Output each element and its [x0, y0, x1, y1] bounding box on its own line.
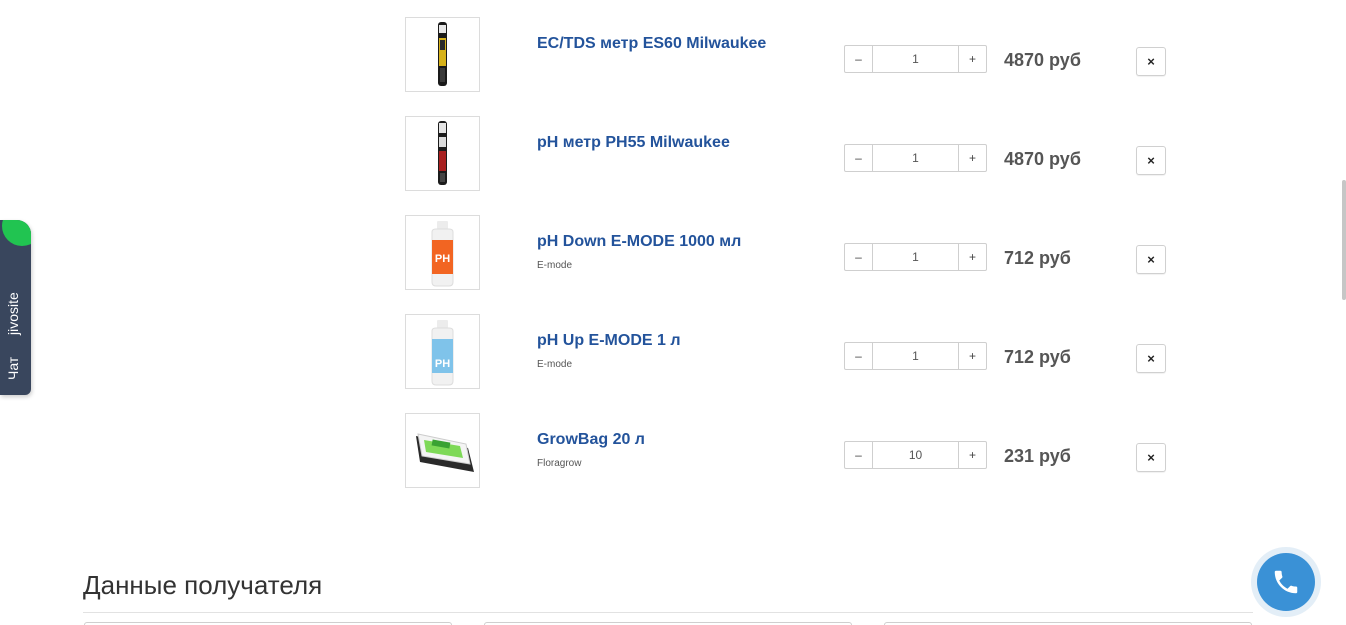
cart-row: PH pH Down E-MODE 1000 мл E-mode – 1 + 7…	[405, 215, 1185, 290]
chat-brand: jivosite	[5, 292, 21, 335]
cart-row: GrowBag 20 л Floragrow – 10 + 231 руб ×	[405, 413, 1185, 488]
cart-page: EC/TDS метр ES60 Milwaukee – 1 + 4870 ру…	[0, 0, 1346, 625]
quantity-stepper: – 1 +	[844, 45, 987, 73]
growbag-icon[interactable]	[405, 413, 480, 488]
call-button[interactable]	[1251, 547, 1321, 617]
ph-up-bottle-icon[interactable]: PH	[405, 314, 480, 389]
chat-label: Чат	[5, 356, 21, 380]
close-icon: ×	[1147, 351, 1155, 366]
quantity-input[interactable]: 1	[873, 145, 958, 171]
ph-down-bottle-icon[interactable]: PH	[405, 215, 480, 290]
quantity-input[interactable]: 1	[873, 343, 958, 369]
quantity-input[interactable]: 1	[873, 46, 958, 72]
product-name-link[interactable]: GrowBag 20 л	[537, 431, 645, 449]
recipient-section-title: Данные получателя	[83, 570, 323, 600]
ph-meter-icon[interactable]	[405, 116, 480, 191]
svg-text:PH: PH	[435, 358, 450, 370]
qty-plus-button[interactable]: +	[958, 145, 986, 171]
product-price: 231 руб	[1004, 446, 1071, 466]
chat-widget-tab[interactable]: Чат jivosite	[0, 220, 31, 395]
section-divider	[83, 612, 1253, 613]
remove-item-button[interactable]: ×	[1136, 245, 1166, 274]
product-name-link[interactable]: EC/TDS метр ES60 Milwaukee	[537, 35, 766, 53]
product-name-link[interactable]: pH Up E-MODE 1 л	[537, 332, 681, 350]
quantity-stepper: – 1 +	[844, 243, 987, 271]
page-scrollbar[interactable]	[1342, 180, 1346, 300]
close-icon: ×	[1147, 153, 1155, 168]
product-brand: E-mode	[537, 359, 573, 370]
product-price: 4870 руб	[1004, 149, 1081, 169]
product-brand: Floragrow	[537, 458, 582, 469]
cart-row: PH pH Up E-MODE 1 л E-mode – 1 + 712 руб…	[405, 314, 1185, 389]
remove-item-button[interactable]: ×	[1136, 344, 1166, 373]
qty-plus-button[interactable]: +	[958, 343, 986, 369]
close-icon: ×	[1147, 252, 1155, 267]
remove-item-button[interactable]: ×	[1136, 443, 1166, 472]
chat-widget-text: Чат jivosite	[3, 240, 27, 380]
close-icon: ×	[1147, 54, 1155, 69]
quantity-stepper: – 10 +	[844, 441, 987, 469]
quantity-input[interactable]: 1	[873, 244, 958, 270]
remove-item-button[interactable]: ×	[1136, 146, 1166, 175]
close-icon: ×	[1147, 450, 1155, 465]
remove-item-button[interactable]: ×	[1136, 47, 1166, 76]
qty-plus-button[interactable]: +	[958, 46, 986, 72]
quantity-stepper: – 1 +	[844, 342, 987, 370]
cart-row: EC/TDS метр ES60 Milwaukee – 1 + 4870 ру…	[405, 17, 1185, 92]
product-name-link[interactable]: pH Down E-MODE 1000 мл	[537, 233, 741, 251]
ec-tds-meter-icon[interactable]	[405, 17, 480, 92]
qty-minus-button[interactable]: –	[845, 46, 873, 72]
product-name-link[interactable]: pH метр PH55 Milwaukee	[537, 134, 730, 152]
product-brand: E-mode	[537, 260, 573, 271]
qty-minus-button[interactable]: –	[845, 442, 873, 468]
qty-plus-button[interactable]: +	[958, 442, 986, 468]
qty-minus-button[interactable]: –	[845, 145, 873, 171]
qty-minus-button[interactable]: –	[845, 343, 873, 369]
svg-text:PH: PH	[435, 253, 450, 265]
quantity-stepper: – 1 +	[844, 144, 987, 172]
product-price: 4870 руб	[1004, 50, 1081, 70]
qty-plus-button[interactable]: +	[958, 244, 986, 270]
cart-row: pH метр PH55 Milwaukee – 1 + 4870 руб ×	[405, 116, 1185, 191]
phone-icon	[1257, 553, 1315, 611]
quantity-input[interactable]: 10	[873, 442, 958, 468]
qty-minus-button[interactable]: –	[845, 244, 873, 270]
product-price: 712 руб	[1004, 347, 1071, 367]
product-price: 712 руб	[1004, 248, 1071, 268]
